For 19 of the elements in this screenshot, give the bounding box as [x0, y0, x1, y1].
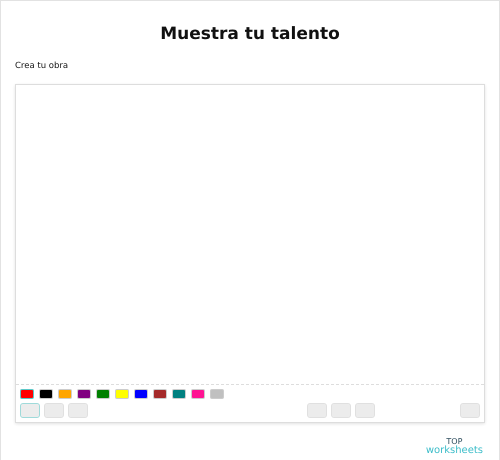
color-swatch[interactable] [134, 389, 148, 399]
color-swatch[interactable] [39, 389, 53, 399]
tool-button[interactable] [354, 403, 374, 418]
color-swatch[interactable] [210, 389, 224, 399]
color-swatch[interactable] [172, 389, 186, 399]
tool-button[interactable] [306, 403, 326, 418]
color-swatch[interactable] [58, 389, 72, 399]
color-swatch[interactable] [153, 389, 167, 399]
tool-button[interactable] [330, 403, 350, 418]
color-swatch[interactable] [115, 389, 129, 399]
color-swatch[interactable] [77, 389, 91, 399]
logo-text: TOP [446, 437, 462, 446]
page-title: Muestra tu talento [159, 23, 341, 45]
logo-text: worksheets [426, 446, 483, 455]
color-swatch[interactable] [96, 389, 110, 399]
color-swatch[interactable] [191, 389, 205, 399]
prompt-label: Crea tu obra [15, 61, 70, 71]
tool-button[interactable] [460, 403, 480, 418]
color-swatch[interactable] [20, 389, 34, 399]
